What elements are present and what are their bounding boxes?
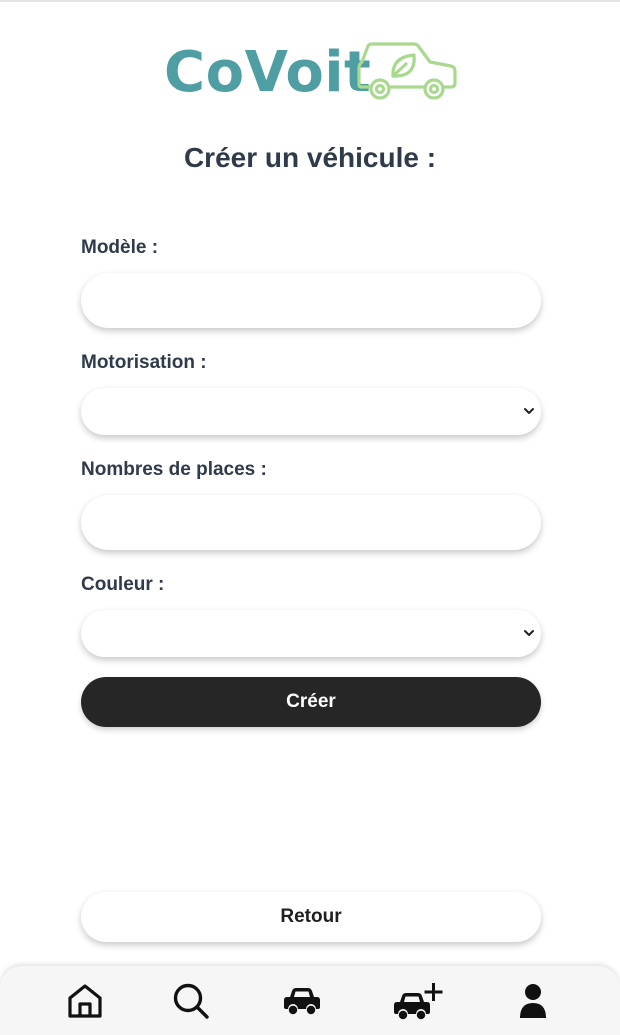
engine-label: Motorisation : <box>81 352 207 373</box>
color-label: Couleur : <box>81 574 165 595</box>
bottom-navigation <box>0 966 620 1035</box>
search-icon <box>173 983 209 1019</box>
color-select[interactable] <box>81 610 541 657</box>
nav-search[interactable] <box>161 966 221 1035</box>
seats-label: Nombres de places : <box>81 459 267 480</box>
chevron-down-icon <box>524 630 534 636</box>
eco-car-icon <box>357 42 457 100</box>
engine-select[interactable] <box>81 388 541 435</box>
covoit-logo: CoVoit <box>164 40 464 106</box>
model-label: Modèle : <box>81 237 159 258</box>
page-title: Créer un véhicule : <box>183 142 437 173</box>
create-vehicle-page: CoVoit Créer un véhicule : Modèle : Moto… <box>0 0 620 1035</box>
nav-add-vehicle[interactable] <box>388 966 448 1035</box>
back-button[interactable]: Retour <box>81 892 541 942</box>
model-input[interactable] <box>81 273 541 328</box>
seats-input[interactable] <box>81 495 541 550</box>
home-icon <box>68 983 102 1018</box>
user-icon <box>520 983 546 1018</box>
nav-profile[interactable] <box>503 966 563 1035</box>
create-button[interactable]: Créer <box>81 677 541 727</box>
nav-my-vehicles[interactable] <box>272 966 332 1035</box>
car-icon <box>284 987 320 1014</box>
add-car-icon <box>394 982 443 1019</box>
logo-text: CoVoit <box>164 40 372 105</box>
top-divider <box>0 0 620 2</box>
chevron-down-icon <box>524 408 534 414</box>
nav-home[interactable] <box>55 966 115 1035</box>
